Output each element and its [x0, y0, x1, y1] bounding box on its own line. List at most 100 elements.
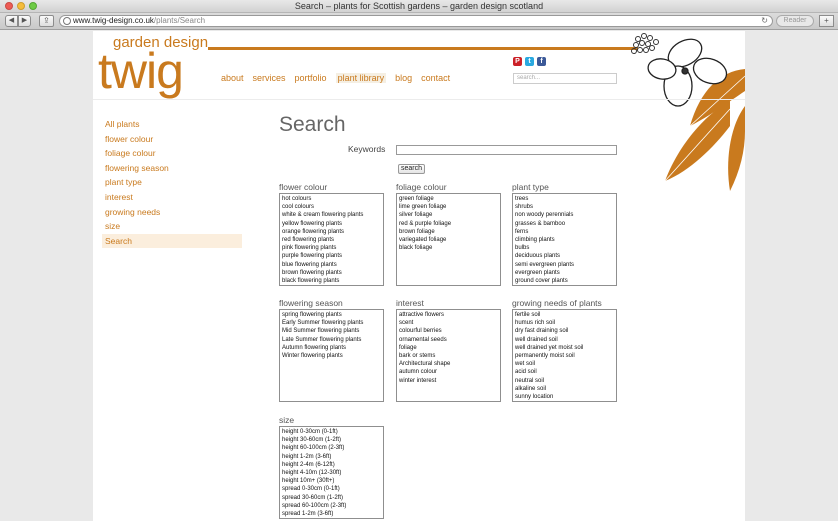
sidebar-item-all-plants[interactable]: All plants [102, 117, 242, 132]
list-option[interactable]: hot colours [282, 195, 381, 203]
list-option[interactable]: wet soil [515, 360, 614, 368]
nav-portfolio[interactable]: portfolio [295, 73, 327, 83]
list-option[interactable]: orange flowering plants [282, 228, 381, 236]
list-option[interactable]: winter interest [399, 377, 498, 385]
nav-contact[interactable]: contact [421, 73, 450, 83]
nav-plant-library[interactable]: plant library [335, 73, 387, 83]
list-option[interactable]: spread 30-60cm (1-2ft) [282, 494, 381, 502]
facebook-icon[interactable]: f [537, 57, 546, 66]
list-option[interactable]: black foliage [399, 244, 498, 252]
pinterest-icon[interactable]: P [513, 57, 522, 66]
filter-list-plant-type[interactable]: trees shrubs non woody perennials grasses &… [512, 193, 617, 286]
list-option[interactable]: red flowering plants [282, 236, 381, 244]
list-option[interactable]: variegated foliage [399, 236, 498, 244]
new-tab-button[interactable]: + [819, 15, 834, 27]
list-option[interactable]: cool colours [282, 203, 381, 211]
list-option[interactable]: trees [515, 195, 614, 203]
list-option[interactable]: dry fast draining soil [515, 327, 614, 335]
list-option[interactable]: Mid Summer flowering plants [282, 327, 381, 335]
list-option[interactable]: autumn colour [399, 368, 498, 376]
list-option[interactable]: fertile soil [515, 311, 614, 319]
list-option[interactable]: non woody perennials [515, 211, 614, 219]
list-option[interactable]: well drained yet moist soil [515, 344, 614, 352]
twitter-icon[interactable]: t [525, 57, 534, 66]
logo[interactable]: twig [98, 41, 184, 101]
sidebar-item-plant-type[interactable]: plant type [102, 175, 242, 190]
list-option[interactable]: height 2-4m (6-12ft) [282, 461, 381, 469]
list-option[interactable]: height 1-2m (3-6ft) [282, 453, 381, 461]
list-option[interactable]: height 4-10m (12-30ft) [282, 469, 381, 477]
search-button[interactable]: search [398, 164, 425, 174]
list-option[interactable]: spring flowering plants [282, 311, 381, 319]
list-option[interactable]: neutral soil [515, 377, 614, 385]
list-option[interactable]: attractive flowers [399, 311, 498, 319]
list-option[interactable]: grasses & bamboo [515, 220, 614, 228]
filter-list-interest[interactable]: attractive flowers scent colourful berries… [396, 309, 501, 402]
sidebar-item-flower-colour[interactable]: flower colour [102, 132, 242, 147]
list-option[interactable]: shrubs [515, 203, 614, 211]
list-option[interactable]: white & cream flowering plants [282, 211, 381, 219]
list-option[interactable]: ornamental seeds [399, 336, 498, 344]
nav-blog[interactable]: blog [395, 73, 412, 83]
back-button[interactable]: ◀ [5, 15, 18, 27]
list-option[interactable]: blue flowering plants [282, 261, 381, 269]
filter-list-foliage-colour[interactable]: green foliage lime green foliage silver fo… [396, 193, 501, 286]
keywords-input[interactable] [396, 145, 617, 155]
list-option[interactable]: brown flowering plants [282, 269, 381, 277]
close-window-button[interactable] [5, 2, 13, 10]
sidebar-item-search[interactable]: Search [102, 233, 242, 249]
nav-services[interactable]: services [253, 73, 286, 83]
site-search-input[interactable]: search... [513, 73, 617, 84]
list-option[interactable]: Winter flowering plants [282, 352, 381, 360]
list-option[interactable]: colourful berries [399, 327, 498, 335]
list-option[interactable]: spread 60-100cm (2-3ft) [282, 502, 381, 510]
list-option[interactable]: red & purple foliage [399, 220, 498, 228]
sidebar-item-size[interactable]: size [102, 219, 242, 234]
list-option[interactable]: height 60-100cm (2-3ft) [282, 444, 381, 452]
list-option[interactable]: ferns [515, 228, 614, 236]
minimize-window-button[interactable] [17, 2, 25, 10]
list-option[interactable]: ground cover plants [515, 277, 614, 285]
list-option[interactable]: Autumn flowering plants [282, 344, 381, 352]
list-option[interactable]: foliage [399, 344, 498, 352]
list-option[interactable]: bulbs [515, 244, 614, 252]
filter-list-flowering-season[interactable]: spring flowering plants Early Summer flow… [279, 309, 384, 402]
forward-button[interactable]: ▶ [18, 15, 31, 27]
list-option[interactable]: sunny location [515, 393, 614, 401]
list-option[interactable]: humus rich soil [515, 319, 614, 327]
list-option[interactable]: permanently moist soil [515, 352, 614, 360]
filter-list-growing-needs[interactable]: fertile soil humus rich soil dry fast drai… [512, 309, 617, 402]
list-option[interactable]: spread 1-2m (3-6ft) [282, 510, 381, 518]
list-option[interactable]: brown foliage [399, 228, 498, 236]
sidebar-item-foliage-colour[interactable]: foliage colour [102, 146, 242, 161]
list-option[interactable]: Late Summer flowering plants [282, 336, 381, 344]
list-option[interactable]: scent [399, 319, 498, 327]
sidebar-item-growing-needs[interactable]: growing needs [102, 205, 242, 220]
list-option[interactable]: bark or stems [399, 352, 498, 360]
list-option[interactable]: height 0-30cm (0-1ft) [282, 428, 381, 436]
sidebar-item-flowering-season[interactable]: flowering season [102, 161, 242, 176]
list-option[interactable]: evergreen plants [515, 269, 614, 277]
share-button[interactable]: ⇪ [39, 15, 54, 27]
list-option[interactable]: alkaline soil [515, 385, 614, 393]
list-option[interactable]: height 30-60cm (1-2ft) [282, 436, 381, 444]
list-option[interactable]: purple flowering plants [282, 252, 381, 260]
reload-icon[interactable]: ↻ [761, 16, 768, 26]
zoom-window-button[interactable] [29, 2, 37, 10]
list-option[interactable]: green foliage [399, 195, 498, 203]
list-option[interactable]: lime green foliage [399, 203, 498, 211]
list-option[interactable]: deciduous plants [515, 252, 614, 260]
list-option[interactable]: pink flowering plants [282, 244, 381, 252]
nav-about[interactable]: about [221, 73, 244, 83]
list-option[interactable]: Early Summer flowering plants [282, 319, 381, 327]
list-option[interactable]: well drained soil [515, 336, 614, 344]
sidebar-item-interest[interactable]: interest [102, 190, 242, 205]
filter-list-flower-colour[interactable]: hot colours cool colours white & cream flo… [279, 193, 384, 286]
filter-list-size[interactable]: height 0-30cm (0-1ft) height 30-60cm (1-2… [279, 426, 384, 519]
list-option[interactable]: Architectural shape [399, 360, 498, 368]
list-option[interactable]: yellow flowering plants [282, 220, 381, 228]
list-option[interactable]: silver foliage [399, 211, 498, 219]
list-option[interactable]: spread 0-30cm (0-1ft) [282, 485, 381, 493]
list-option[interactable]: climbing plants [515, 236, 614, 244]
address-bar[interactable]: www.twig-design.co.uk/plants/Search ↻ [59, 15, 773, 27]
